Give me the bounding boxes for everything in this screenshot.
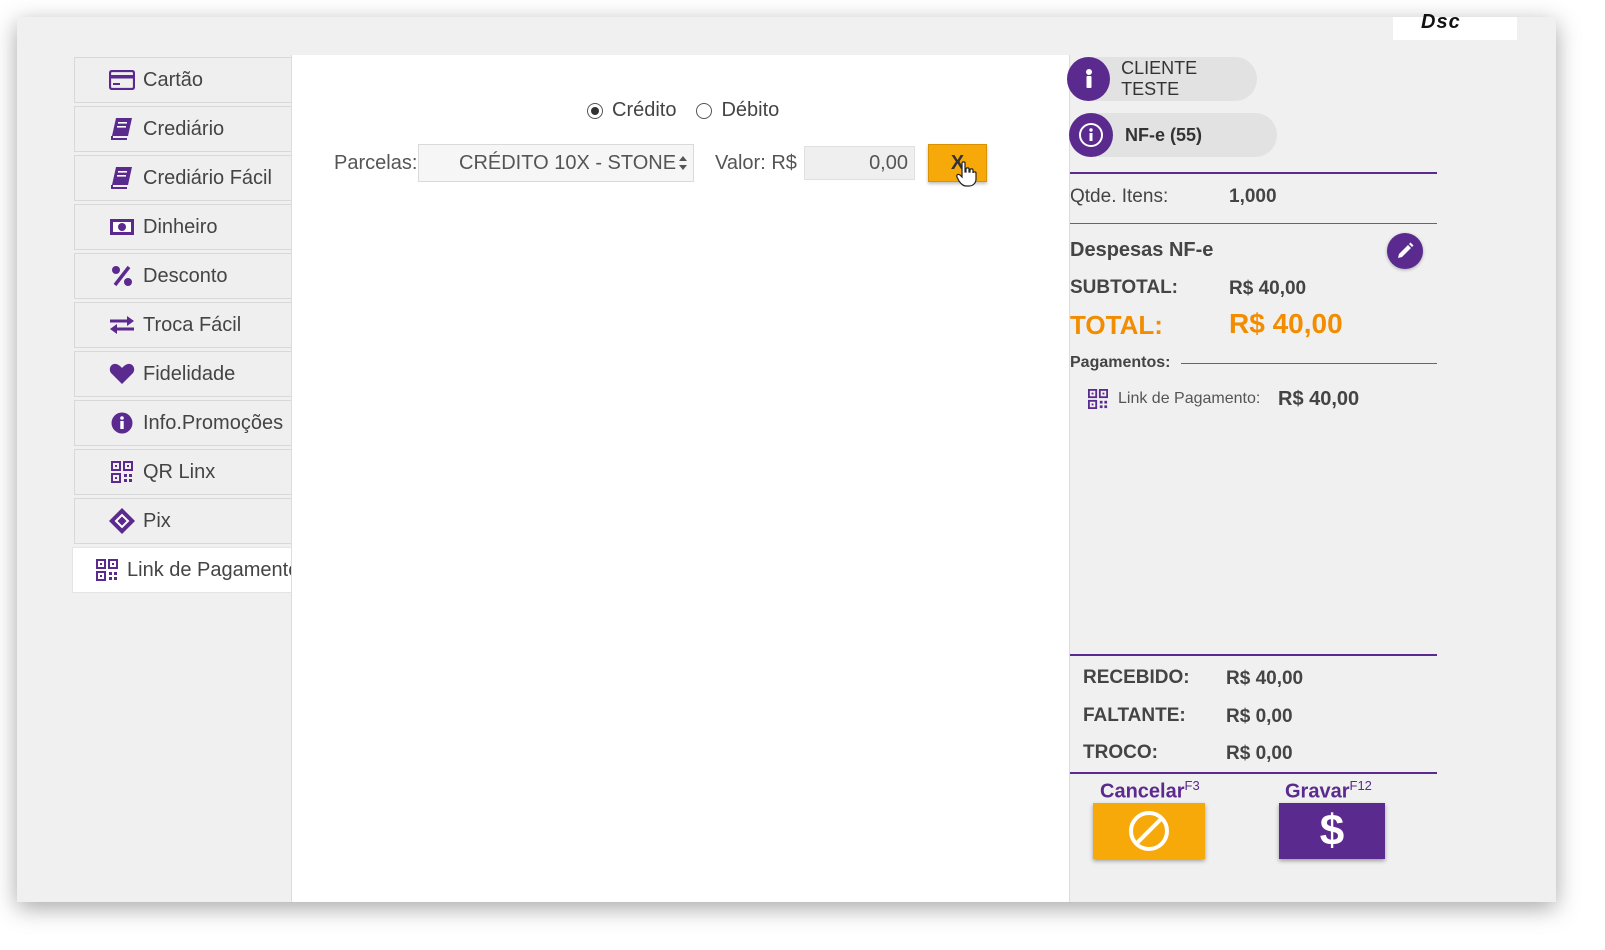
- sidebar-item-crediario-facil[interactable]: Crediário Fácil: [74, 155, 307, 201]
- money-icon: [108, 213, 136, 241]
- select-arrows-icon: [679, 156, 687, 170]
- qr-icon: [1088, 389, 1108, 414]
- qr-icon: [93, 556, 121, 584]
- gravar-text: Gravar: [1285, 780, 1350, 803]
- qtde-itens-value: 1,000: [1229, 186, 1277, 207]
- logo-text: Dsc: [1421, 11, 1461, 33]
- sidebar-item-info-promocoes[interactable]: Info.Promoções: [74, 400, 307, 446]
- nfe-label: NF-e (55): [1125, 124, 1203, 145]
- percent-icon: [108, 262, 136, 290]
- heart-icon: [108, 360, 136, 388]
- sidebar-item-pix[interactable]: Pix: [74, 498, 307, 544]
- sidebar-item-troca-facil[interactable]: Troca Fácil: [74, 302, 307, 348]
- subtotal-value: R$ 40,00: [1229, 278, 1307, 299]
- person-icon: [1067, 57, 1111, 101]
- cancelar-shortcut: F3: [1184, 778, 1200, 793]
- troco-label: TROCO:: [1083, 742, 1158, 763]
- valor-input[interactable]: 0,00: [804, 146, 915, 180]
- credit-card-icon: [108, 66, 136, 94]
- sidebar-item-label: QR Linx: [143, 460, 216, 483]
- sidebar-item-crediario[interactable]: Crediário: [74, 106, 307, 152]
- sidebar-item-label: Troca Fácil: [143, 313, 242, 336]
- parcelas-selected-value: CRÉDITO 10X - STONE: [459, 151, 677, 174]
- info-icon: [108, 409, 136, 437]
- divider: [1181, 363, 1437, 364]
- radio-debito[interactable]: [696, 102, 713, 119]
- exchange-icon: [108, 311, 136, 339]
- info-icon: [1069, 113, 1113, 157]
- recebido-value: R$ 40,00: [1226, 668, 1304, 689]
- edit-despesas-button[interactable]: [1387, 233, 1423, 269]
- sidebar-item-label: Dinheiro: [143, 215, 218, 238]
- divider: [1070, 772, 1437, 774]
- sidebar-item-label: Info.Promoções: [143, 411, 284, 434]
- qr-icon: [108, 458, 136, 486]
- book-icon: [108, 164, 136, 192]
- cliente-pill[interactable]: CLIENTE TESTE: [1067, 57, 1257, 101]
- sidebar-item-label: Link de Pagamento: [127, 558, 300, 581]
- faltante-label: FALTANTE:: [1083, 705, 1186, 726]
- qtde-itens-label: Qtde. Itens:: [1070, 186, 1169, 207]
- payment-form-panel: Crédito Débito Parcelas: CRÉDITO 10X - S…: [291, 55, 1070, 902]
- payment-entry-label: Link de Pagamento:: [1118, 390, 1261, 407]
- sidebar-item-label: Desconto: [143, 264, 228, 287]
- book-icon: [108, 115, 136, 143]
- sidebar-item-label: Crediário: [143, 117, 225, 140]
- radio-credito[interactable]: [587, 102, 603, 119]
- despesas-nfe-label: Despesas NF-e: [1070, 239, 1214, 261]
- payment-type-radios: Crédito Débito: [587, 99, 799, 122]
- cliente-name: CLIENTE TESTE: [1121, 58, 1198, 99]
- sidebar-item-desconto[interactable]: Desconto: [74, 253, 307, 299]
- sidebar-item-label: Cartão: [143, 68, 204, 91]
- valor-label: Valor: R$: [715, 152, 797, 174]
- dollar-icon: $: [1319, 806, 1345, 855]
- sidebar-item-dinheiro[interactable]: Dinheiro: [74, 204, 307, 250]
- nfe-pill[interactable]: NF-e (55): [1069, 113, 1277, 157]
- sidebar-item-label: Pix: [143, 509, 171, 532]
- app-window: Dsc Cartão Crediário Crediário Fácil Din…: [17, 11, 1556, 902]
- cancelar-text: Cancelar: [1100, 780, 1185, 803]
- total-label: TOTAL:: [1070, 310, 1163, 340]
- parcelas-select[interactable]: CRÉDITO 10X - STONE: [418, 144, 694, 182]
- sidebar-item-link-de-pagamento[interactable]: Link de Pagamento: [72, 547, 309, 593]
- sidebar-item-qr-linx[interactable]: QR Linx: [74, 449, 307, 495]
- sidebar-item-fidelidade[interactable]: Fidelidade: [74, 351, 307, 397]
- logo: Dsc: [1393, 11, 1517, 40]
- ban-icon: [1129, 811, 1169, 851]
- sidebar-item-cartao[interactable]: Cartão: [74, 57, 307, 103]
- hand-cursor-icon: [956, 161, 977, 187]
- cancelar-label: CancelarF3: [1100, 778, 1200, 804]
- recebido-label: RECEBIDO:: [1083, 667, 1190, 688]
- subtotal-label: SUBTOTAL:: [1070, 277, 1179, 298]
- payment-entry-value: R$ 40,00: [1278, 388, 1360, 410]
- divider: [1070, 654, 1437, 656]
- gravar-button[interactable]: $: [1279, 803, 1385, 859]
- sidebar-item-label: Crediário Fácil: [143, 166, 272, 189]
- sidebar-item-label: Fidelidade: [143, 362, 236, 385]
- radio-debito-label: Débito: [721, 99, 780, 121]
- divider: [1070, 172, 1437, 174]
- pix-icon: [108, 507, 136, 535]
- pagamentos-label: Pagamentos:: [1070, 354, 1171, 371]
- troco-value: R$ 0,00: [1226, 743, 1293, 764]
- radio-credito-label: Crédito: [612, 99, 677, 121]
- total-value: R$ 40,00: [1229, 308, 1343, 339]
- divider: [1070, 223, 1437, 224]
- pencil-icon: [1398, 242, 1414, 258]
- gravar-shortcut: F12: [1349, 778, 1372, 793]
- parcelas-label: Parcelas:: [334, 152, 418, 174]
- gravar-label: GravarF12: [1285, 778, 1372, 804]
- faltante-value: R$ 0,00: [1226, 706, 1293, 727]
- cancel-button[interactable]: [1093, 803, 1205, 859]
